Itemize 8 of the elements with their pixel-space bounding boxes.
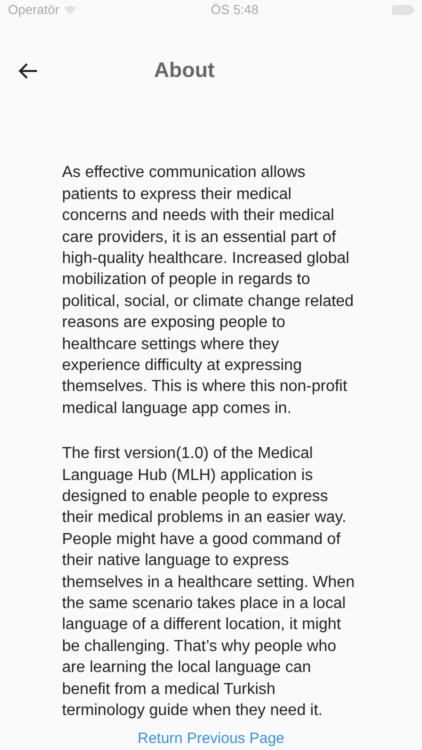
page-title: About xyxy=(154,58,215,84)
wifi-icon xyxy=(63,4,78,16)
status-time: ÖS 5:48 xyxy=(210,1,258,20)
battery-icon xyxy=(392,4,414,15)
return-link[interactable]: Return Previous Page xyxy=(138,728,284,750)
body-paragraph: As effective communication allows patients to express their medical concerns and needs with their medical care providers, it is an essential part of high-quality healthcare. Increased global mobilization of people in regards to political, social, or climate change related reasons are exposing people to healthcare settings where they experience difficulty at expressing themselves. This is where this non-profit medical language app comes in. xyxy=(62,163,355,419)
carrier-text: Operatör xyxy=(8,1,60,20)
body-paragraph: The first version(1.0) of the Medical Language Hub (MLH) application is designed to enable people to express their medical problems in an easier way. People might have a good command of their native language to express themselves in a healthcare setting. When the same scenario takes place in a local language of a different location, it might be challenging. That’s why people who are learning the local language can benefit from a medical Turkish terminology guide when they need it. xyxy=(62,444,356,722)
